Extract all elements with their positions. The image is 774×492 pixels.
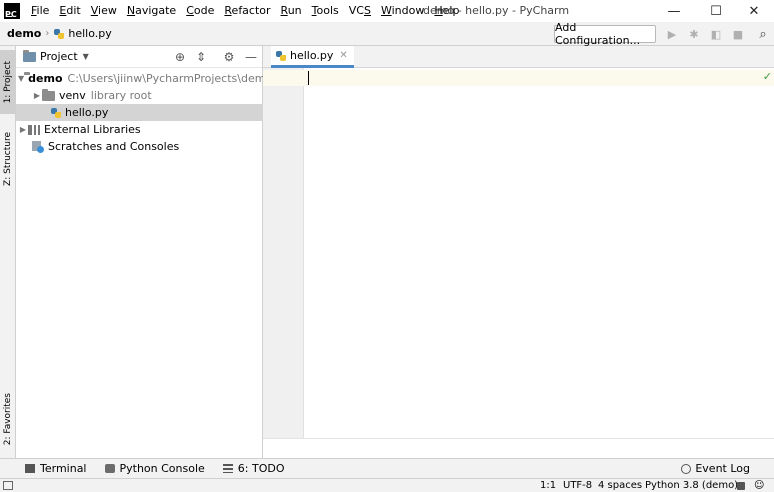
python-file-icon [275, 50, 287, 62]
editor-gutter [263, 68, 304, 458]
terminal-tab[interactable]: Terminal [25, 462, 87, 475]
bottom-tool-bar: Terminal Python Console 6: TODO Event Lo… [0, 458, 774, 478]
python-console-icon [104, 464, 115, 473]
status-bar: 1:1 UTF-8 4 spaces Python 3.8 (demo) ☺ [0, 478, 774, 492]
tree-item-scratches[interactable]: Scratches and Consoles [16, 138, 263, 155]
indent-setting[interactable]: 4 spaces [598, 479, 642, 492]
menu-code[interactable]: Code [181, 0, 219, 22]
tab-label: hello.py [290, 49, 334, 62]
project-panel-header: Project ▼ ⊕ ⇕ ⚙ — [16, 46, 262, 68]
tree-item-label: hello.py [65, 106, 109, 119]
collapsed-arrow-icon[interactable]: ▶ [32, 91, 42, 100]
chevron-right-icon: › [45, 28, 50, 39]
minimize-button[interactable]: — [654, 0, 694, 22]
add-configuration-button[interactable]: Add Configuration... [554, 21, 656, 47]
code-editor[interactable]: ✓ [304, 68, 774, 458]
pycharm-logo-icon: PC [4, 3, 20, 19]
libraries-icon [28, 124, 40, 135]
left-tool-strip: 1: Project Z: Structure 2: Favorites [0, 46, 16, 458]
collapsed-arrow-icon[interactable]: ▶ [18, 125, 28, 134]
editor-tab-bar: hello.py ✕ [263, 46, 774, 68]
python-console-tab[interactable]: Python Console [104, 462, 205, 475]
tree-item-label: Scratches and Consoles [48, 140, 180, 153]
locate-file-icon[interactable]: ⊕ [172, 49, 188, 65]
file-encoding[interactable]: UTF-8 [563, 479, 592, 492]
tab-hello-py[interactable]: hello.py ✕ [271, 46, 354, 68]
hide-panel-icon[interactable]: — [243, 49, 259, 65]
editor-area: hello.py ✕ ✓ [263, 46, 774, 458]
tree-item-hello-py[interactable]: hello.py [16, 104, 263, 121]
menu-vcs[interactable]: VCS [344, 0, 376, 22]
tab-favorites[interactable]: 2: Favorites [0, 384, 16, 454]
chevron-down-icon[interactable]: ▼ [83, 52, 89, 61]
python-interpreter[interactable]: Python 3.8 (demo) [645, 479, 738, 492]
folder-icon [42, 88, 55, 101]
tree-item-note: library root [90, 89, 152, 102]
terminal-icon [25, 464, 35, 473]
tree-item-label: demo [28, 72, 63, 85]
scratches-icon [32, 140, 44, 153]
tab-structure[interactable]: Z: Structure [0, 124, 16, 194]
navigation-bar: demo › hello.py Add Configuration... ▶ ✱… [0, 21, 774, 47]
collapse-all-icon[interactable]: ⇕ [193, 49, 209, 65]
tab-project[interactable]: 1: Project [0, 50, 16, 114]
menu-navigate[interactable]: Navigate [122, 0, 181, 22]
tool-windows-toggle-icon[interactable] [3, 481, 13, 490]
breadcrumb: demo › hello.py [7, 27, 112, 40]
gear-icon[interactable]: ⚙ [221, 49, 237, 65]
expanded-arrow-icon[interactable]: ▼ [18, 74, 24, 83]
tree-item-label: External Libraries [44, 123, 141, 136]
menu-edit[interactable]: Edit [54, 0, 85, 22]
python-file-icon [53, 28, 65, 40]
run-icon[interactable]: ▶ [664, 26, 680, 42]
window-title: demo - hello.py - PyCharm [423, 4, 570, 17]
notifications-icon[interactable]: ☺ [754, 479, 764, 492]
menu-window[interactable]: Window [376, 0, 429, 22]
tree-item-external-libraries[interactable]: ▶ External Libraries [16, 121, 263, 138]
menu-refactor[interactable]: Refactor [219, 0, 275, 22]
close-icon[interactable]: ✕ [339, 50, 347, 61]
tree-item-path: C:\Users\jiinw\PycharmProjects\demo [67, 72, 273, 85]
maximize-button[interactable]: ☐ [696, 0, 736, 22]
tree-item-demo[interactable]: ▼ demo C:\Users\jiinw\PycharmProjects\de… [16, 70, 272, 87]
project-view-selector[interactable]: Project [40, 50, 78, 63]
horizontal-scrollbar[interactable] [263, 438, 774, 458]
menu-view[interactable]: View [86, 0, 122, 22]
breadcrumb-file[interactable]: hello.py [68, 27, 111, 40]
tree-item-label: venv [59, 89, 86, 102]
menu-run[interactable]: Run [276, 0, 307, 22]
coverage-icon[interactable]: ◧ [708, 26, 724, 42]
caret-position[interactable]: 1:1 [540, 479, 556, 492]
search-icon[interactable]: ⌕ [755, 26, 771, 42]
todo-icon [222, 464, 233, 473]
project-panel: Project ▼ ⊕ ⇕ ⚙ — ▼ demo C:\Users\jiinw\… [16, 46, 272, 458]
breadcrumb-root[interactable]: demo [7, 27, 41, 40]
tree-item-venv[interactable]: ▶ venv library root [16, 87, 263, 104]
menu-tools[interactable]: Tools [307, 0, 344, 22]
text-caret [308, 71, 309, 85]
menu-file[interactable]: File [26, 0, 54, 22]
event-log-icon [681, 464, 692, 474]
lock-icon[interactable] [737, 482, 745, 490]
close-window-button[interactable]: ✕ [734, 0, 774, 22]
gutter-current-line [263, 70, 304, 86]
todo-tab[interactable]: 6: TODO [222, 462, 285, 475]
python-file-icon [50, 107, 62, 119]
menu-bar: PC File Edit View Navigate Code Refactor… [0, 0, 774, 22]
project-view-icon [23, 49, 36, 62]
event-log-tab[interactable]: Event Log [681, 459, 750, 479]
current-line-highlight [304, 70, 774, 86]
no-problems-check-icon: ✓ [762, 70, 772, 83]
stop-icon[interactable]: ■ [730, 26, 746, 42]
debug-icon[interactable]: ✱ [686, 26, 702, 42]
